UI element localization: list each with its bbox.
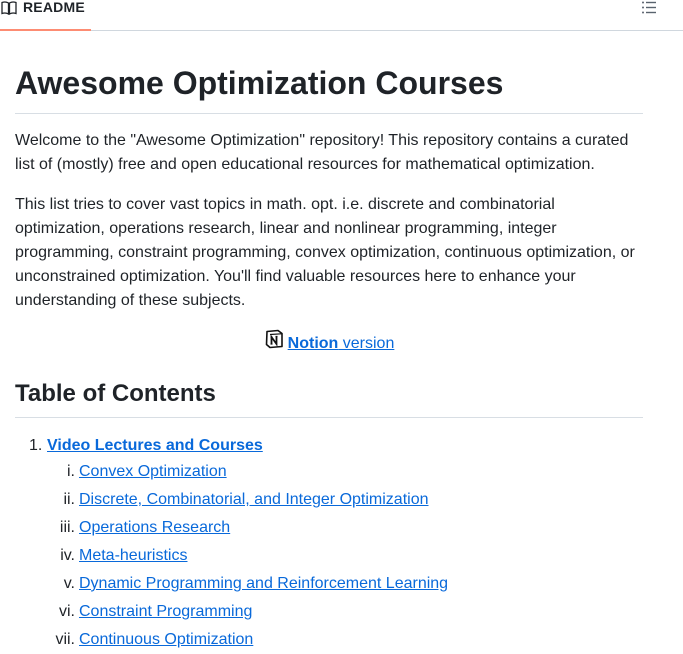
toc-link-meta-heuristics[interactable]: Meta-heuristics [79, 542, 187, 570]
toc-link-dynamic-programming[interactable]: Dynamic Programming and Reinforcement Le… [79, 570, 448, 598]
toc-link-constraint-programming[interactable]: Constraint Programming [79, 598, 252, 626]
toc-subitem-number: vi. [59, 603, 75, 620]
toc-subitem-number: ii. [63, 491, 75, 508]
toc-item: 1. Video Lectures and Courses [15, 434, 643, 458]
toc-subitem: i. Convex Optimization [15, 458, 643, 486]
toc-link-discrete[interactable]: Discrete, Combinatorial, and Integer Opt… [79, 486, 429, 514]
toc-subitem: vii. Continuous Optimization [15, 626, 643, 654]
toc-subitem: v. Dynamic Programming and Reinforcement… [15, 570, 643, 598]
page-title: Awesome Optimization Courses [15, 65, 504, 101]
notion-icon [265, 329, 283, 349]
toc-link-video-lectures[interactable]: Video Lectures and Courses [47, 434, 263, 458]
toc-subitem-number: i. [67, 463, 75, 480]
toc-subitem-number: v. [63, 575, 75, 592]
notion-version-link[interactable]: Notion version [264, 329, 395, 352]
toc-subitem: iv. Meta-heuristics [15, 542, 643, 570]
notion-version-line: Notion version [15, 329, 643, 356]
toc-subitem-number: iv. [60, 547, 75, 564]
toc-sublist: i. Convex Optimization ii. Discrete, Com… [15, 458, 643, 654]
toc-subitem: iii. Operations Research [15, 514, 643, 542]
intro-paragraph: Welcome to the "Awesome Optimization" re… [15, 132, 629, 173]
toc-sublist-wrapper: i. Convex Optimization ii. Discrete, Com… [15, 458, 643, 654]
list-icon[interactable] [641, 0, 657, 16]
toc-subitem: ii. Discrete, Combinatorial, and Integer… [15, 486, 643, 514]
toc-link-convex[interactable]: Convex Optimization [79, 458, 227, 486]
readme-tab-label: README [23, 0, 85, 15]
title-divider [15, 113, 643, 114]
notion-link-rest: version [338, 335, 395, 352]
toc-divider [15, 417, 643, 418]
toc-link-operations-research[interactable]: Operations Research [79, 514, 230, 542]
scope-paragraph: This list tries to cover vast topics in … [15, 196, 635, 309]
readme-header: README [0, 0, 683, 31]
toc-heading: Table of Contents [15, 380, 216, 407]
toc-list: 1. Video Lectures and Courses i. Convex … [15, 434, 643, 654]
toc-subitem: vi. Constraint Programming [15, 598, 643, 626]
book-icon [1, 1, 17, 15]
readme-tab[interactable]: README [0, 0, 91, 31]
notion-link-bold: Notion [287, 335, 339, 352]
toc-subitem-number: vii. [55, 631, 75, 648]
toc-link-continuous[interactable]: Continuous Optimization [79, 626, 253, 654]
toc-subitem-number: iii. [59, 519, 75, 536]
